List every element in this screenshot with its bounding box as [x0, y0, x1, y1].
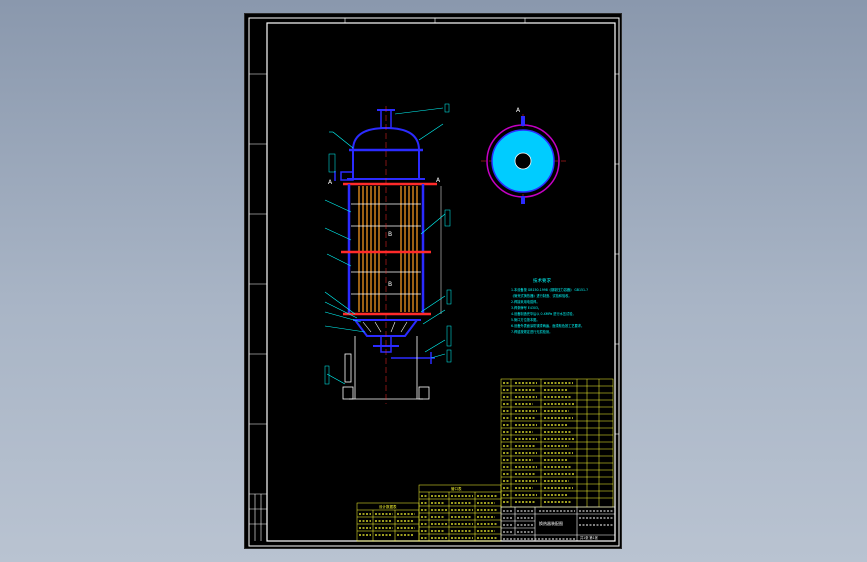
section-marker-right: A	[436, 177, 441, 184]
notes-title: 技术要求	[533, 277, 551, 284]
section-title-marker: A	[516, 107, 521, 114]
nozzle-table	[418, 484, 502, 542]
tube-bundle-left	[358, 186, 380, 312]
note-line: 1.本设备按 GB150-1998《钢制压力容器》 GB151-?	[511, 287, 588, 292]
note-line: 6.设备外表面涂防锈漆两遍，面漆颜色按工艺要求。	[511, 323, 584, 328]
callout-numbers	[324, 103, 452, 385]
technical-notes: 技术要求 1.本设备按 GB150-1998《钢制压力容器》 GB151-? 《…	[511, 277, 588, 334]
tube-bundle-right	[400, 186, 418, 312]
design-data-title: 设计数据表	[379, 504, 397, 509]
nozzle-table-title: 管口表	[451, 486, 462, 491]
drawing-canvas: B B A A A 技术要求 1.本设备按 GB150-1998《钢制压力容器》…	[248, 17, 620, 547]
cad-drawing-sheet: B B A A A 技术要求 1.本设备按 GB150-1998《钢制压力容器》…	[244, 13, 622, 549]
tube-label-2: B	[388, 281, 392, 288]
note-line: 7.焊缝按规定进行无损检测。	[511, 329, 552, 334]
note-line: 《管壳式换热器》进行制造、试验和验收。	[511, 293, 572, 298]
section-marker-left: A	[328, 179, 333, 186]
title-block-sheet: 共1张 第1张	[580, 535, 599, 540]
section-centre-hole	[514, 152, 532, 170]
tube-label-1: B	[388, 231, 392, 238]
note-line: 5.管口方位按本图。	[511, 317, 540, 322]
note-line: 2.焊接采用电弧焊。	[511, 299, 540, 304]
section-view-a-a: A	[481, 107, 567, 204]
left-grid-strip	[249, 73, 267, 541]
parts-list-table	[500, 378, 614, 508]
note-line: 4.设备制造完毕后以 0.XMPa 进行水压试验，	[511, 311, 576, 316]
title-block-title: 换热器装配图	[539, 520, 563, 526]
note-line: 3.焊条牌号 E4303。	[511, 305, 541, 310]
heat-exchanger-elevation: B B A A	[328, 106, 442, 404]
